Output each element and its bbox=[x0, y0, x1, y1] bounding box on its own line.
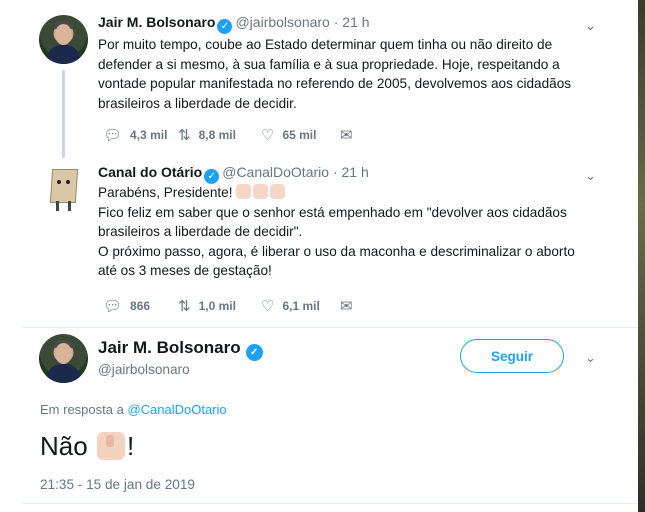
avatar-suit bbox=[47, 364, 80, 383]
envelope-icon: ✉ bbox=[340, 127, 353, 144]
reply-count: 4,3 mil bbox=[130, 128, 168, 142]
tweet-divider bbox=[22, 327, 638, 328]
tweet2-handle[interactable]: @CanalDoOtario bbox=[222, 164, 329, 180]
retweet-button[interactable]: ⇅ 1,0 mil bbox=[178, 297, 236, 315]
avatar-paper-bag bbox=[49, 169, 79, 203]
tweet-divider bbox=[22, 503, 638, 504]
tweet2-text: Parabéns, Presidente! Fico feliz em sabe… bbox=[98, 183, 598, 281]
retweet-count: 8,8 mil bbox=[198, 128, 236, 142]
tweet-thread-page: Jair M. Bolsonaro ✓ @jairbolsonaro · 21 h … bbox=[0, 0, 645, 512]
avatar-jair-bolsonaro[interactable] bbox=[39, 15, 88, 64]
background-photo-strip bbox=[638, 0, 645, 512]
tweet2-line: Fico feliz em saber que o senhor está em… bbox=[98, 204, 567, 220]
tweet1-line: defender a si mesmo, à sua família e à s… bbox=[98, 56, 560, 72]
main-text-after: ! bbox=[126, 431, 135, 461]
tweet-timestamp[interactable]: 21:35 - 15 de jan de 2019 bbox=[40, 477, 195, 492]
clapping-hands-icon bbox=[253, 184, 269, 199]
chevron-down-icon[interactable]: ⌄ bbox=[585, 351, 597, 364]
main-author-name[interactable]: Jair M. Bolsonaro ✓ bbox=[98, 338, 266, 361]
dm-button[interactable]: ✉ bbox=[340, 126, 361, 144]
tweet1-line: Por muito tempo, coube ao Estado determi… bbox=[98, 37, 553, 52]
thumbs-up-icon bbox=[96, 432, 125, 460]
avatar-eye bbox=[57, 180, 61, 184]
tweet2-line: O próximo passo, agora, é liberar o uso … bbox=[98, 243, 575, 259]
thread-line bbox=[62, 70, 65, 158]
tweet2-separator: · bbox=[332, 164, 338, 180]
tweet1-author-name[interactable]: Jair M. Bolsonaro bbox=[98, 14, 215, 30]
avatar-face bbox=[55, 24, 72, 45]
tweet1-line: brasileiros a liberdade de decidir. bbox=[98, 95, 297, 111]
tweet2-time[interactable]: 21 h bbox=[342, 164, 369, 180]
clapping-hands-icon bbox=[270, 184, 286, 199]
retweet-icon: ⇅ bbox=[178, 298, 191, 315]
reply-handle-link[interactable]: @CanalDoOtario bbox=[127, 402, 226, 417]
reply-icon: 💬︎ bbox=[103, 298, 123, 315]
like-button[interactable]: ♡ 6,1 mil bbox=[261, 297, 320, 315]
tweet2-first-line: Parabéns, Presidente! bbox=[98, 183, 598, 203]
retweet-button[interactable]: ⇅ 8,8 mil bbox=[178, 126, 236, 144]
chevron-down-icon[interactable]: ⌄ bbox=[585, 19, 597, 32]
tweet1-actions: 💬︎ 4,3 mil ⇅ 8,8 mil ♡ 65 mil ✉ bbox=[103, 126, 403, 144]
verified-badge-icon: ✓ bbox=[245, 344, 263, 361]
heart-icon: ♡ bbox=[261, 127, 275, 144]
main-author-handle[interactable]: @jairbolsonaro bbox=[98, 362, 190, 377]
tweet1-separator: · bbox=[333, 14, 339, 30]
retweet-count: 1,0 mil bbox=[198, 299, 236, 313]
reply-prefix: Em resposta a bbox=[40, 402, 124, 417]
avatar-suit bbox=[47, 45, 80, 64]
tweet2-actions: 💬︎ 866 ⇅ 1,0 mil ♡ 6,1 mil ✉ bbox=[103, 297, 403, 315]
avatar-jair-bolsonaro[interactable] bbox=[39, 334, 88, 383]
clapping-hands-icon bbox=[236, 184, 252, 199]
tweet2-header: Canal do Otário ✓ @CanalDoOtario · 21 h bbox=[98, 164, 369, 184]
chevron-down-icon[interactable]: ⌄ bbox=[585, 169, 597, 182]
tweet1-text: Por muito tempo, coube ao Estado determi… bbox=[98, 35, 578, 113]
dm-button[interactable]: ✉ bbox=[340, 297, 361, 315]
retweet-icon: ⇅ bbox=[178, 127, 191, 144]
tweet2-line: brasileiros a liberdade de decidir". bbox=[98, 224, 303, 239]
reply-button[interactable]: 💬︎ 866 bbox=[103, 297, 150, 315]
reply-context: Em resposta a @CanalDoOtario bbox=[40, 402, 227, 417]
main-author-name-text: Jair M. Bolsonaro bbox=[98, 338, 241, 357]
reply-count: 866 bbox=[130, 299, 151, 313]
like-count: 65 mil bbox=[282, 128, 317, 142]
verified-badge-icon: ✓ bbox=[204, 169, 220, 184]
avatar-leg bbox=[56, 201, 59, 211]
reply-button[interactable]: 💬︎ 4,3 mil bbox=[103, 126, 167, 144]
tweet2-greeting: Parabéns, Presidente! bbox=[98, 185, 233, 200]
avatar-leg bbox=[68, 201, 71, 211]
tweet1-line: vontade popular manifestada no referendo… bbox=[98, 76, 572, 91]
tweet2-line: até os 3 meses de gestação! bbox=[98, 263, 272, 278]
like-count: 6,1 mil bbox=[282, 299, 320, 313]
envelope-icon: ✉ bbox=[340, 298, 353, 315]
avatar-face bbox=[55, 343, 72, 364]
tweet1-header: Jair M. Bolsonaro ✓ @jairbolsonaro · 21 h bbox=[98, 14, 370, 34]
tweet1-time[interactable]: 21 h bbox=[342, 14, 369, 30]
main-tweet-text: Não ! bbox=[40, 431, 134, 462]
tweet1-handle[interactable]: @jairbolsonaro bbox=[235, 14, 329, 30]
main-text-before: Não bbox=[40, 431, 88, 461]
like-button[interactable]: ♡ 65 mil bbox=[261, 126, 316, 144]
tweet2-author-name[interactable]: Canal do Otário bbox=[98, 164, 202, 180]
reply-icon: 💬︎ bbox=[103, 127, 123, 144]
verified-badge-icon: ✓ bbox=[217, 19, 233, 34]
heart-icon: ♡ bbox=[261, 298, 275, 315]
follow-button[interactable]: Seguir bbox=[460, 339, 564, 373]
avatar-eye bbox=[66, 180, 70, 184]
avatar-canal-do-otario[interactable] bbox=[39, 163, 88, 212]
